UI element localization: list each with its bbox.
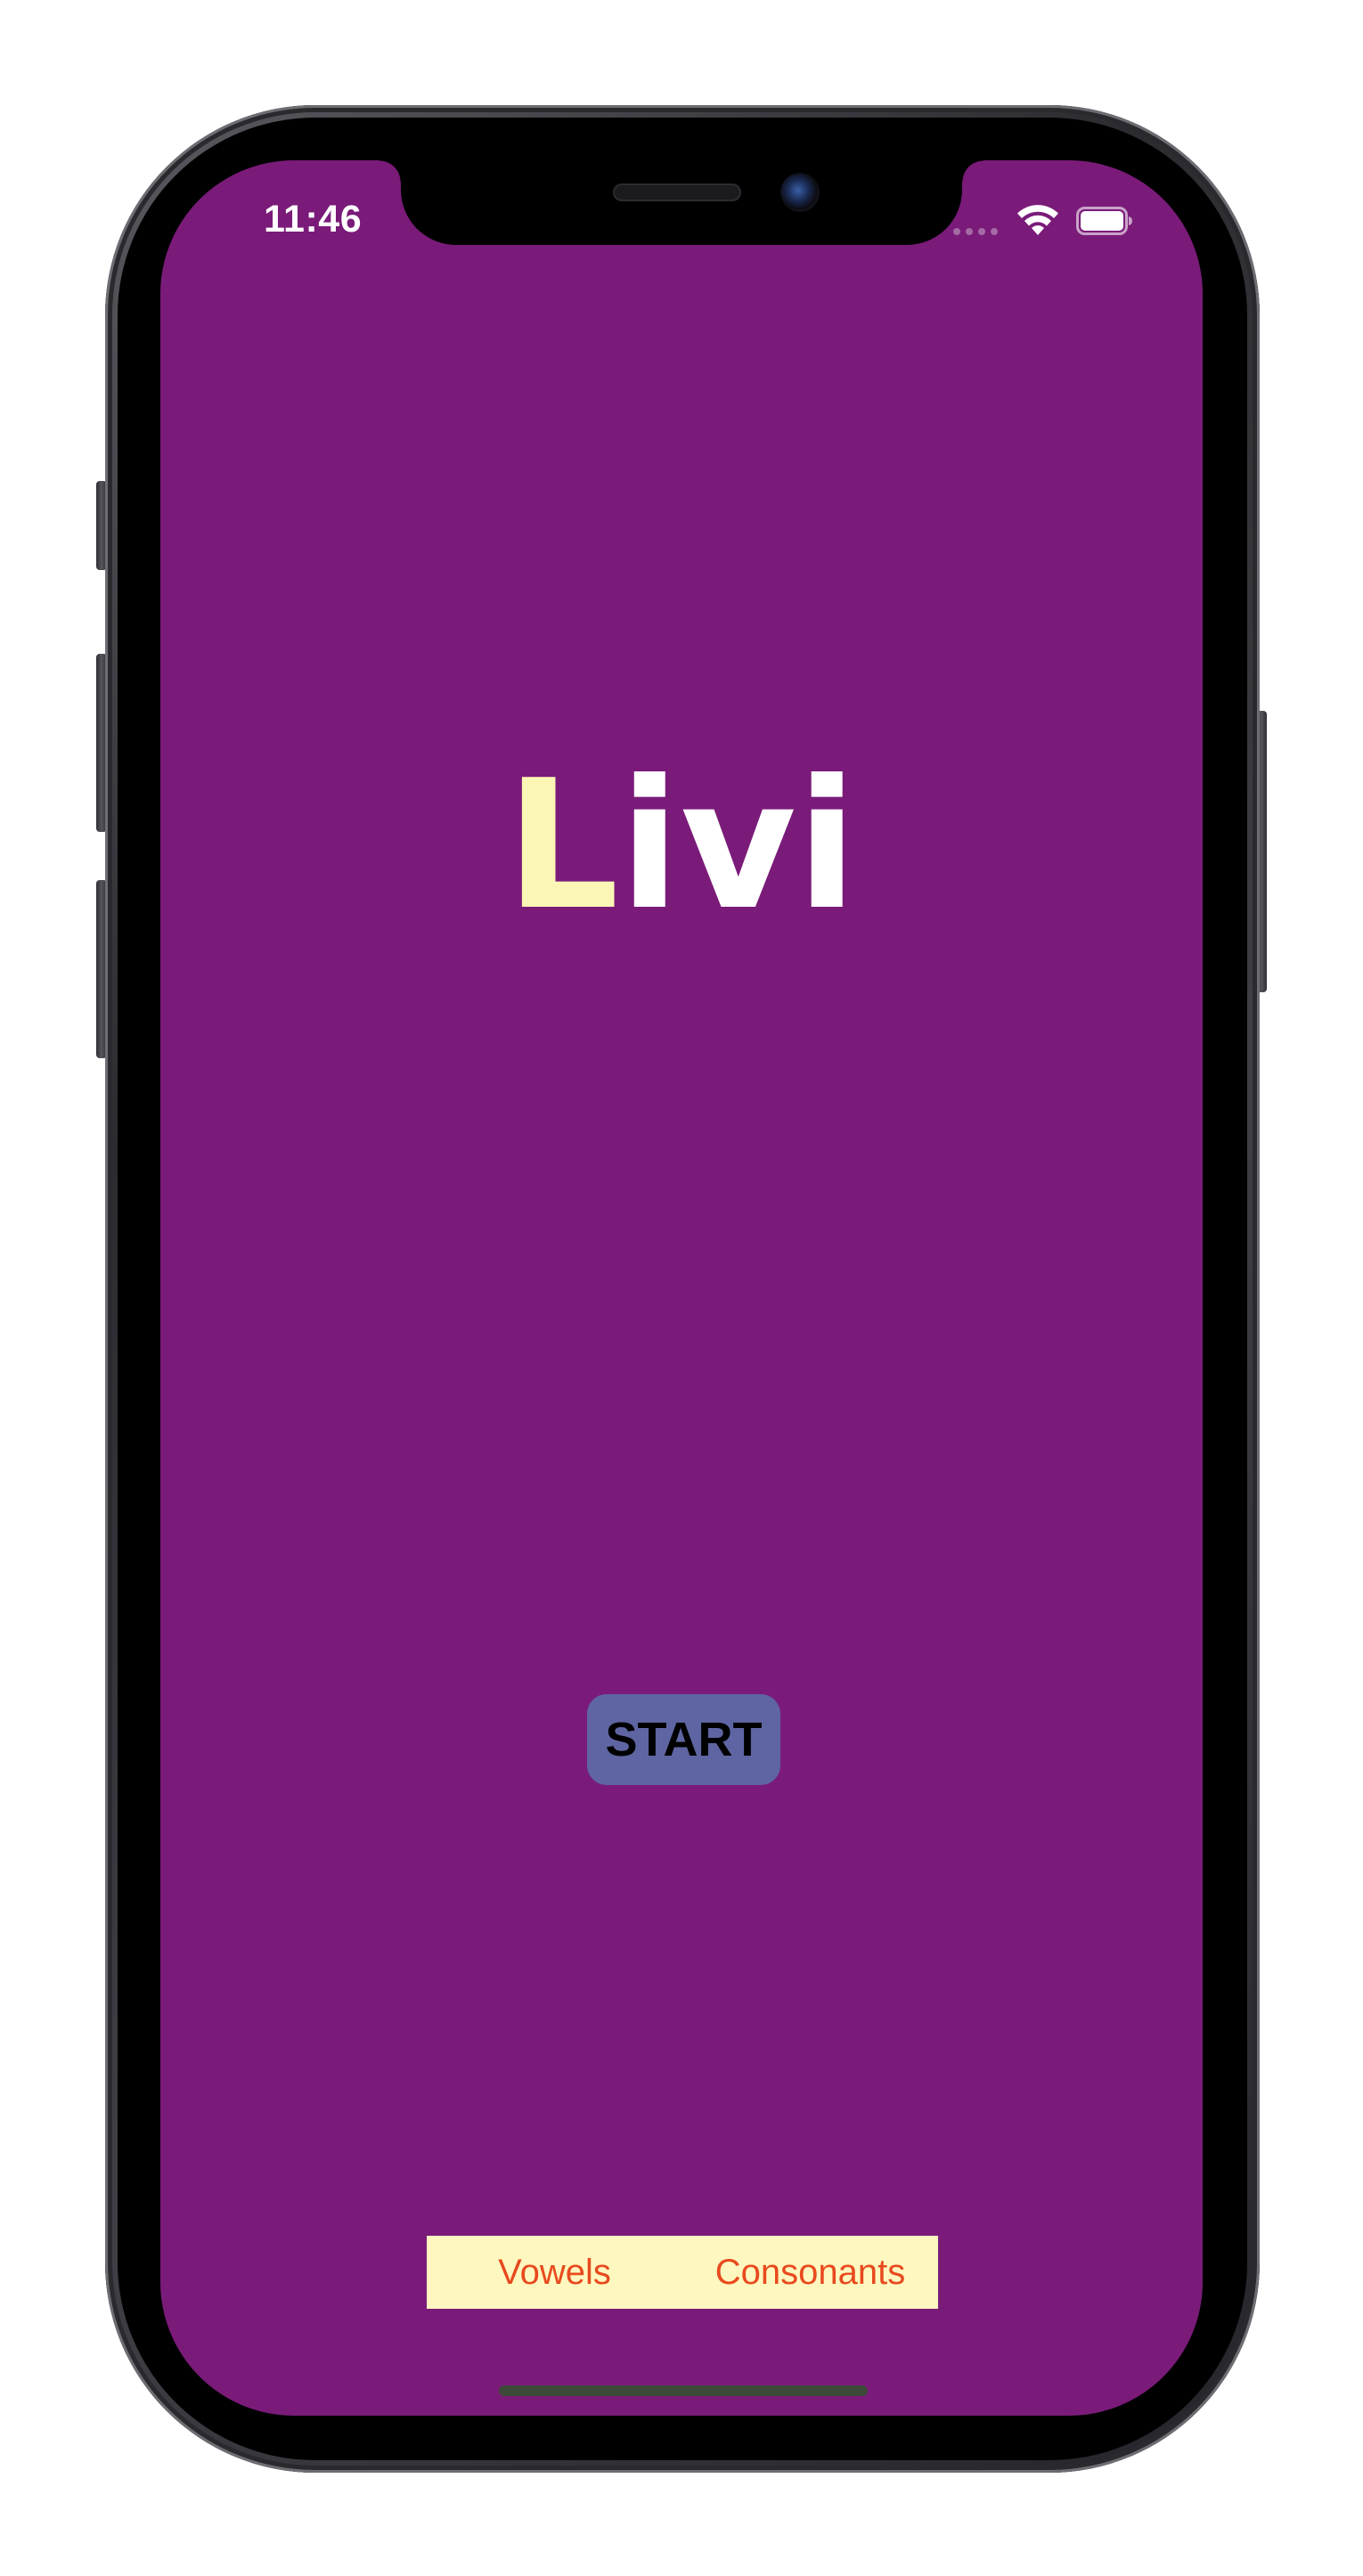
segment-consonants[interactable]: Consonants [682, 2236, 938, 2309]
app-title: Livi [160, 757, 1203, 935]
signal-dots-icon [953, 228, 998, 235]
device-mockup: 11:46 Livi START Vowels Consonants [0, 0, 1363, 2576]
app-screen: 11:46 Livi START Vowels Consonants [160, 160, 1203, 2416]
earpiece-speaker [613, 183, 741, 201]
front-camera [780, 173, 820, 212]
status-time: 11:46 [264, 198, 363, 240]
segment-vowels[interactable]: Vowels [427, 2236, 682, 2309]
app-title-rest: ivi [618, 742, 858, 950]
home-indicator[interactable] [499, 2385, 868, 2396]
mode-segmented-control: Vowels Consonants [427, 2236, 938, 2309]
notch [380, 160, 983, 245]
wifi-icon [1017, 205, 1058, 235]
app-title-first-letter: L [505, 742, 619, 950]
battery-icon [1076, 207, 1132, 235]
start-button[interactable]: START [587, 1694, 780, 1785]
